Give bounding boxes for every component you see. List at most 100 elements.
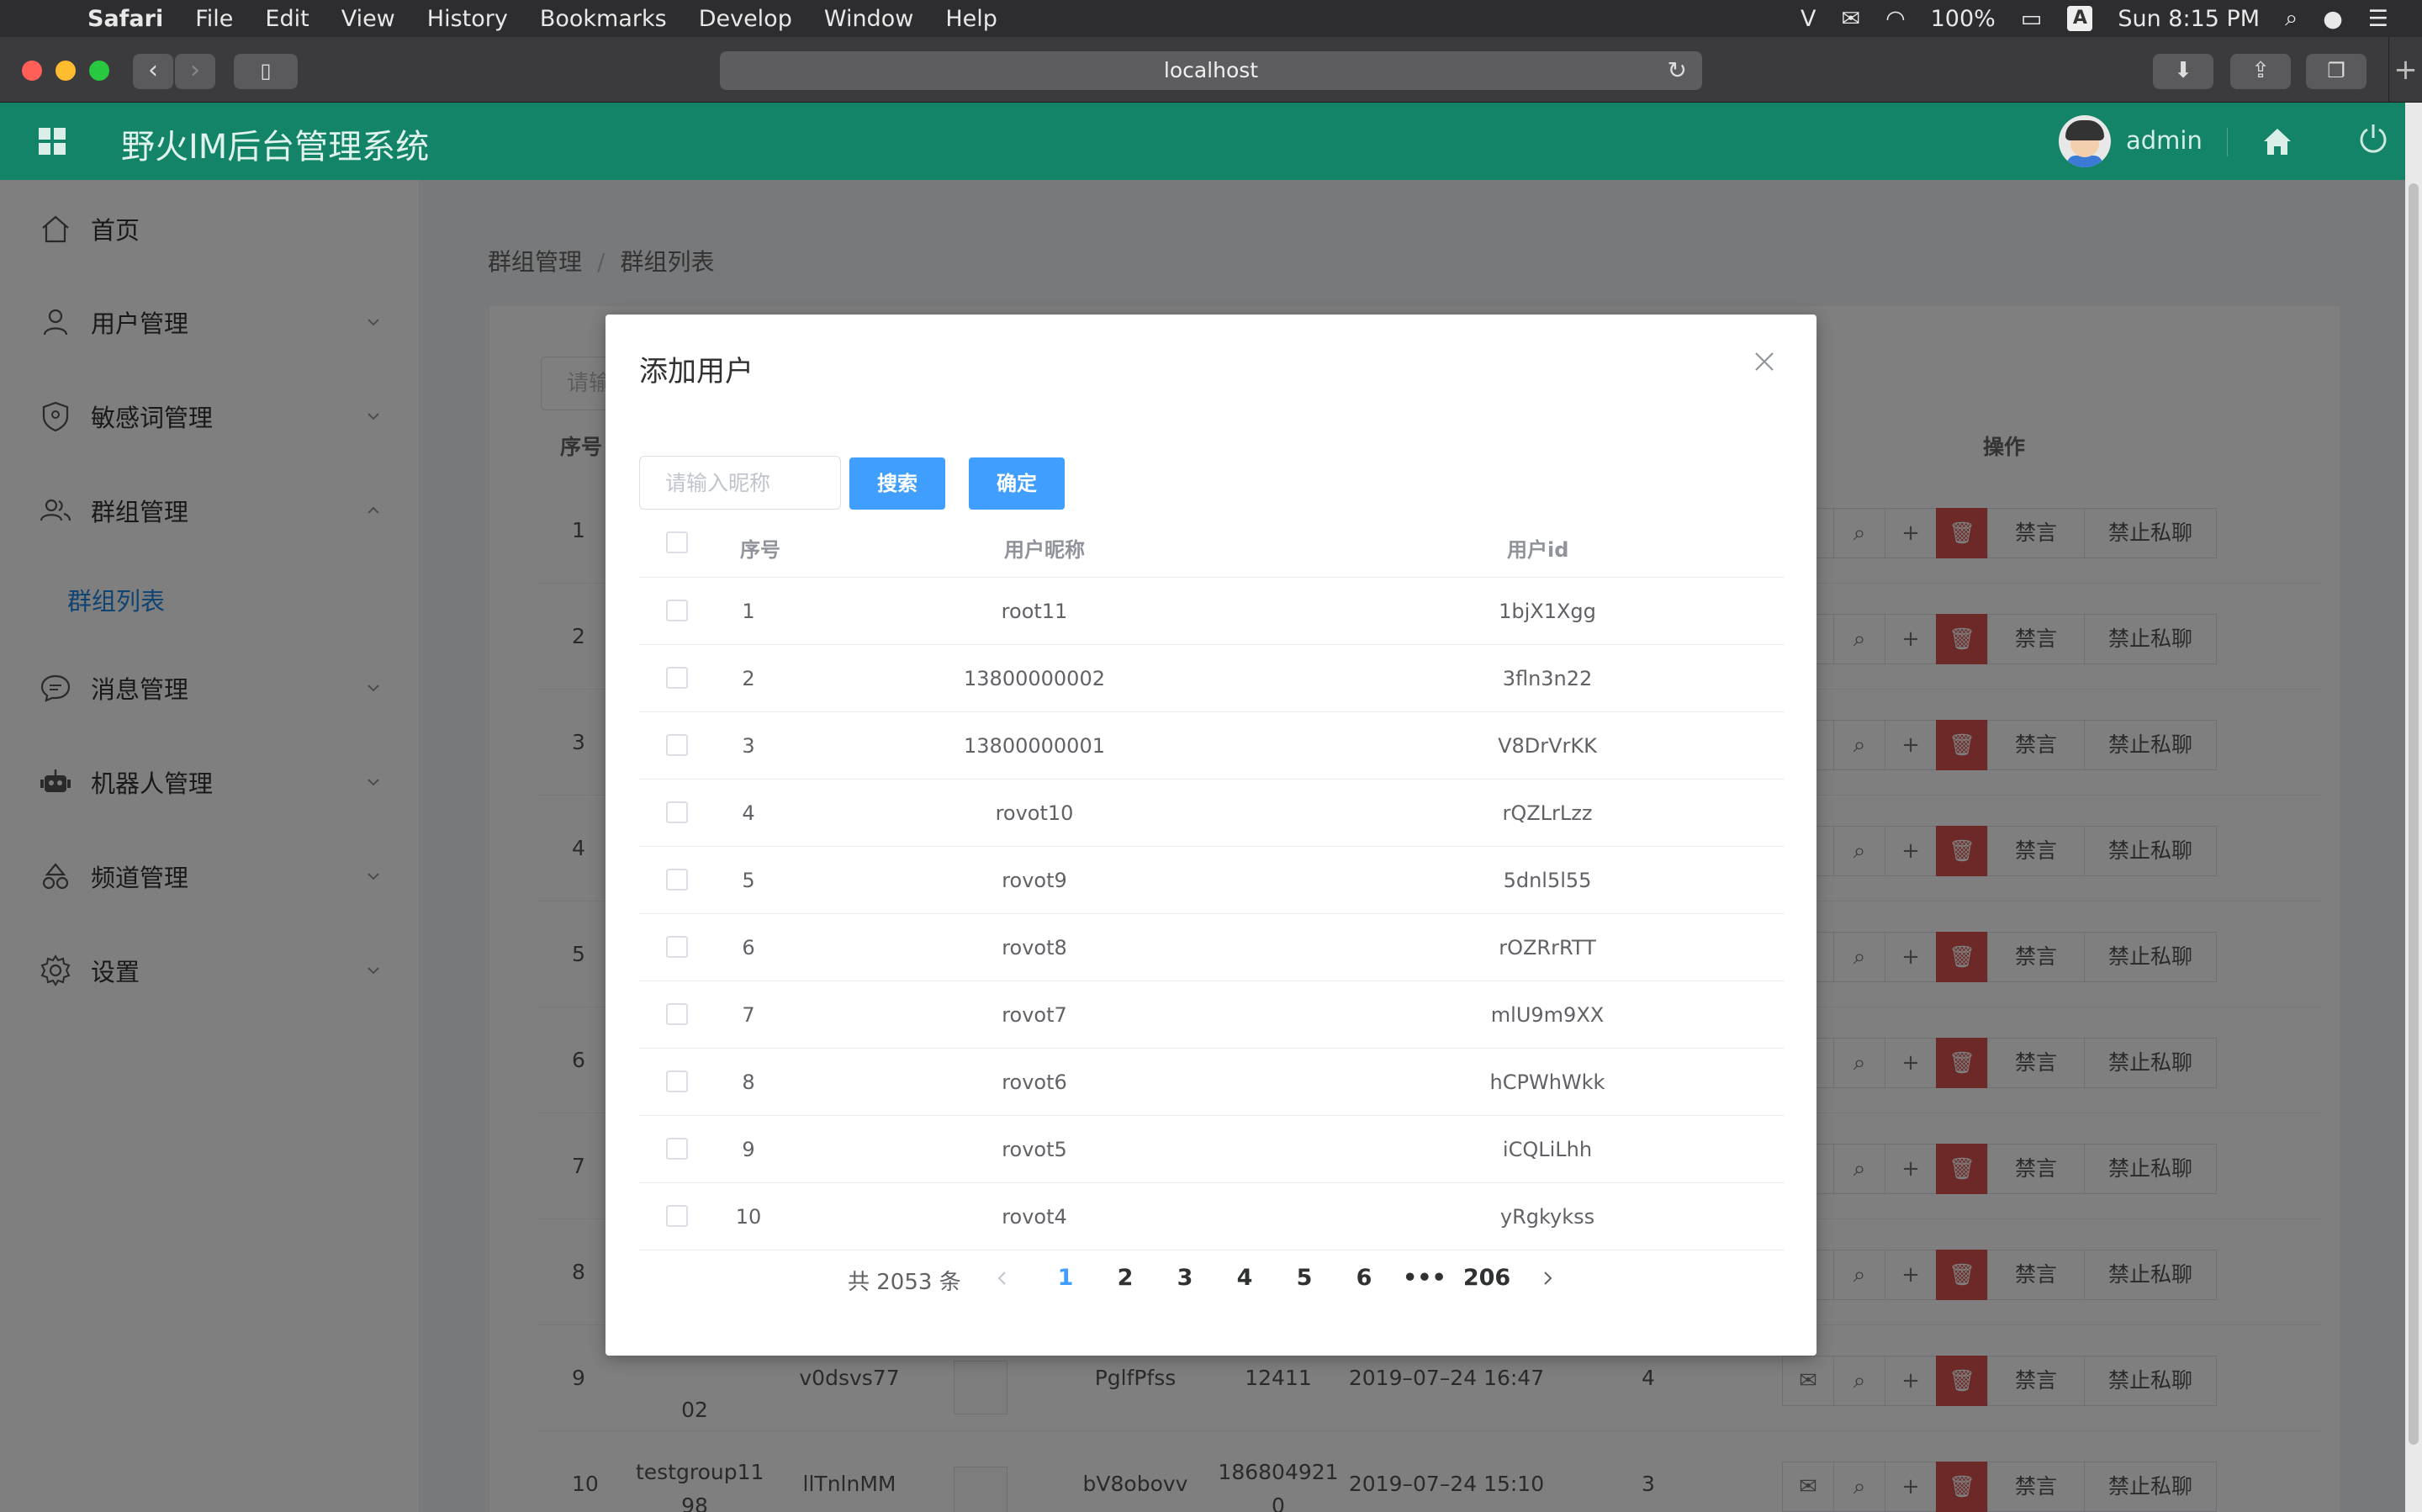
menu-file[interactable]: File — [195, 6, 233, 32]
spotlight-icon[interactable]: ⌕ — [2285, 5, 2298, 32]
power-icon[interactable] — [2356, 121, 2390, 155]
row-user-id: yRgkykss — [1499, 1205, 1595, 1229]
share-icon[interactable]: ⇪ — [2230, 54, 2291, 89]
pagination-last-page[interactable]: 206 — [1462, 1265, 1512, 1291]
app-title: 野火IM后台管理系统 — [121, 128, 430, 167]
pagination-ellipsis[interactable]: ••• — [1403, 1265, 1446, 1291]
table-row[interactable]: 2 13800000002 3fln3n22 — [639, 645, 1785, 712]
column-header-index: 序号 — [740, 538, 780, 562]
menu-develop[interactable]: Develop — [699, 6, 792, 32]
row-index: 10 — [735, 1205, 762, 1229]
pagination-page[interactable]: 2 — [1104, 1265, 1146, 1291]
row-checkbox[interactable] — [666, 600, 688, 621]
menu-edit[interactable]: Edit — [265, 6, 309, 32]
row-index: 4 — [742, 801, 755, 825]
menu-help[interactable]: Help — [945, 6, 997, 32]
wifi-icon[interactable]: ◠ — [1885, 6, 1906, 32]
row-user-id: 1bjX1Xgg — [1499, 600, 1596, 623]
row-user-id: rOZRrRTT — [1499, 936, 1596, 960]
search-button[interactable]: 搜索 — [849, 457, 945, 510]
app-header: 野火IM后台管理系统 admin — [0, 103, 2405, 180]
minimize-window-button[interactable] — [56, 61, 76, 81]
battery-label[interactable]: 100% — [1931, 6, 1996, 32]
new-tab-button[interactable]: + — [2388, 37, 2422, 103]
row-checkbox[interactable] — [666, 1071, 688, 1092]
row-index: 6 — [742, 936, 755, 960]
sidebar-toggle-icon[interactable]: ▯ — [234, 54, 298, 89]
menu-window[interactable]: Window — [824, 6, 913, 32]
scrollbar-thumb[interactable] — [2409, 183, 2419, 1445]
row-checkbox[interactable] — [666, 734, 688, 756]
app-grid-icon[interactable] — [39, 128, 66, 155]
row-checkbox[interactable] — [666, 1138, 688, 1160]
row-checkbox[interactable] — [666, 1003, 688, 1025]
row-index: 5 — [742, 869, 755, 892]
pagination-page[interactable]: 1 — [1044, 1265, 1087, 1291]
nickname-search-input[interactable] — [639, 456, 841, 510]
pagination-page[interactable]: 6 — [1343, 1265, 1385, 1291]
row-nickname: 13800000001 — [964, 734, 1105, 758]
notification-center-icon[interactable]: ☰ — [2368, 6, 2388, 32]
table-row[interactable]: 9 rovot5 iCQLiLhh — [639, 1116, 1785, 1183]
table-row[interactable]: 8 rovot6 hCPWhWkk — [639, 1049, 1785, 1116]
chevron-left-icon[interactable] — [992, 1268, 1013, 1288]
row-nickname: 13800000002 — [964, 667, 1105, 690]
table-row[interactable]: 3 13800000001 V8DrVrKK — [639, 712, 1785, 780]
row-checkbox[interactable] — [666, 1205, 688, 1227]
row-checkbox[interactable] — [666, 936, 688, 958]
table-row[interactable]: 1 root11 1bjX1Xgg — [639, 578, 1785, 645]
menu-bookmarks[interactable]: Bookmarks — [540, 6, 667, 32]
reload-icon[interactable]: ↻ — [1668, 51, 1687, 90]
back-button[interactable]: ‹ — [133, 54, 173, 89]
page-scrollbar[interactable] — [2405, 103, 2422, 1512]
row-checkbox[interactable] — [666, 667, 688, 689]
home-icon[interactable] — [2261, 124, 2294, 158]
pagination-total: 共 2053 条 — [848, 1270, 961, 1295]
chevron-right-icon[interactable] — [1537, 1268, 1557, 1288]
battery-icon[interactable]: ▭ — [2021, 6, 2043, 32]
row-nickname: rovot5 — [1002, 1138, 1067, 1161]
url-text: localhost — [1163, 58, 1259, 82]
vivaldi-icon[interactable]: V — [1801, 6, 1816, 32]
wechat-icon[interactable]: ✉ — [1841, 6, 1860, 32]
zoom-window-button[interactable] — [89, 61, 109, 81]
table-row[interactable]: 6 rovot8 rOZRrRTT — [639, 914, 1785, 981]
row-user-id: iCQLiLhh — [1502, 1138, 1593, 1161]
row-index: 7 — [742, 1003, 755, 1027]
pagination-page[interactable]: 3 — [1164, 1265, 1206, 1291]
table-row[interactable]: 4 rovot10 rQZLrLzz — [639, 780, 1785, 847]
close-window-button[interactable] — [22, 61, 42, 81]
confirm-button[interactable]: 确定 — [969, 457, 1065, 510]
select-all-checkbox[interactable] — [666, 531, 688, 553]
siri-icon[interactable]: ● — [2323, 6, 2343, 32]
tabs-overview-icon[interactable]: ❐ — [2306, 54, 2366, 89]
address-bar[interactable]: localhost ↻ — [720, 51, 1702, 90]
header-divider — [2227, 128, 2228, 156]
row-index: 9 — [742, 1138, 755, 1161]
menu-view[interactable]: View — [341, 6, 395, 32]
table-row[interactable]: 5 rovot9 5dnl5l55 — [639, 847, 1785, 914]
add-user-dialog: 添加用户 搜索 确定 序号 用户昵称 用户id 1 root11 1bjX1Xg… — [606, 315, 1816, 1356]
avatar[interactable] — [2059, 115, 2111, 167]
menu-safari[interactable]: Safari — [87, 6, 163, 32]
row-nickname: rovot8 — [1002, 936, 1067, 960]
row-nickname: rovot6 — [1002, 1071, 1067, 1094]
input-source-icon[interactable]: A — [2067, 6, 2093, 31]
row-checkbox[interactable] — [666, 801, 688, 823]
table-row[interactable]: 7 rovot7 mlU9m9XX — [639, 981, 1785, 1049]
pagination-page[interactable]: 5 — [1283, 1265, 1325, 1291]
row-user-id: hCPWhWkk — [1489, 1071, 1605, 1094]
row-nickname: rovot4 — [1002, 1205, 1067, 1229]
table-row[interactable]: 10 rovot4 yRgkykss — [639, 1183, 1785, 1250]
row-user-id: 3fln3n22 — [1502, 667, 1593, 690]
close-icon[interactable] — [1753, 350, 1776, 373]
username-label[interactable]: admin — [2126, 126, 2203, 155]
pagination-page[interactable]: 4 — [1224, 1265, 1266, 1291]
row-checkbox[interactable] — [666, 869, 688, 891]
clock[interactable]: Sun 8:15 PM — [2118, 6, 2260, 32]
forward-button[interactable]: › — [175, 54, 215, 89]
row-user-id: 5dnl5l55 — [1503, 869, 1592, 892]
row-user-id: V8DrVrKK — [1498, 734, 1597, 758]
downloads-icon[interactable]: ⬇ — [2153, 54, 2213, 89]
menu-history[interactable]: History — [427, 6, 508, 32]
